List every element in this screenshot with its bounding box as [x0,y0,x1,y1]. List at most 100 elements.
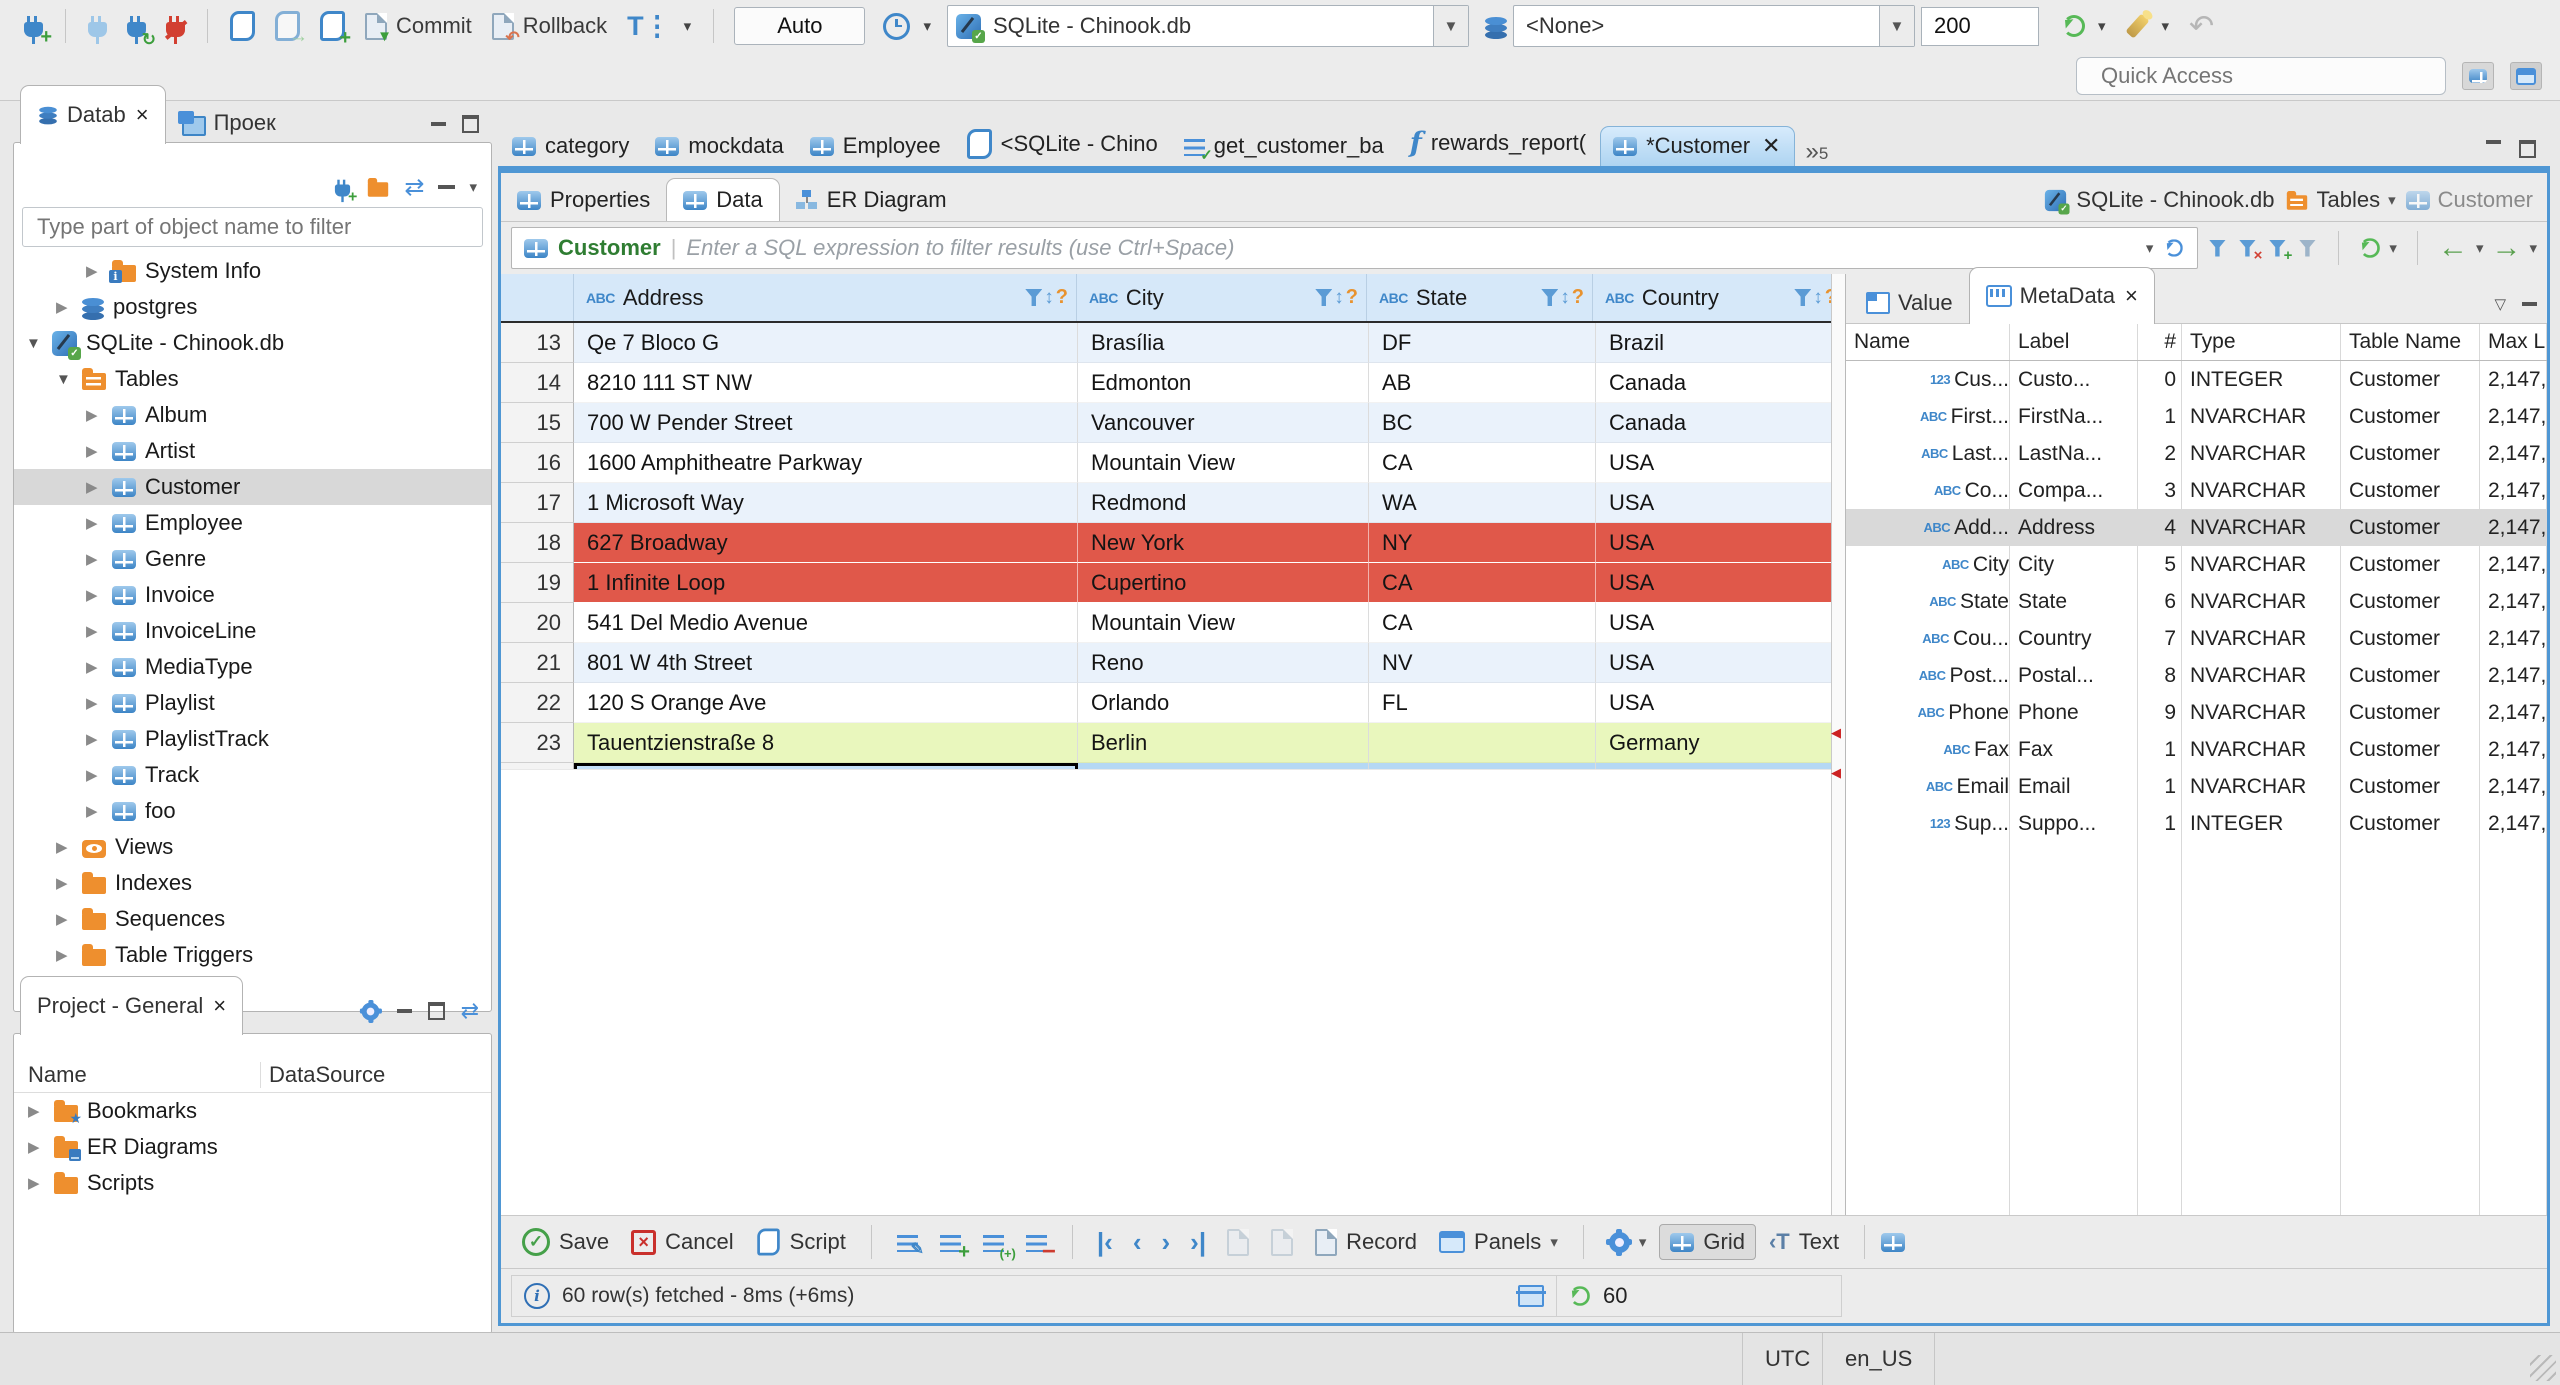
rollback-button[interactable]: ↶ Rollback [482,12,617,46]
expand-arrow-icon[interactable]: ▶ [28,1138,54,1156]
expand-arrow-icon[interactable]: ▶ [56,946,82,964]
cell-city[interactable]: Orlando [1078,683,1369,723]
panels-button[interactable]: Panels ▾ [1430,1229,1567,1255]
row-number[interactable]: 23 [501,723,574,763]
quick-access-input[interactable] [2076,57,2446,95]
cell-country[interactable]: USA [1596,643,1831,683]
cell-address[interactable]: 700 W Pender Street [574,403,1078,443]
tree-item-genre[interactable]: ▶ Genre [14,541,491,577]
cell-country[interactable]: Germany [1596,723,1831,763]
metadata-row[interactable]: 123Cus...Custo...0INTEGERCustomer2,147,4… [1846,361,2547,398]
cell-country[interactable]: USA [1596,683,1831,723]
table-row[interactable]: 20 541 Del Medio Avenue Mountain View CA USA… [501,603,1831,643]
commit-button[interactable]: ▼ Commit [355,12,482,44]
tree-item-invoiceline[interactable]: ▶ InvoiceLine [14,613,491,649]
minimize-icon[interactable] [2486,140,2501,144]
cell-city[interactable]: New York [1078,523,1369,563]
row-number[interactable]: 20 [501,603,574,643]
metadata-row[interactable]: 123Sup...Suppo...1INTEGERCustomer2,147,4… [1846,805,2547,842]
metadata-row[interactable]: ABCFaxFax1NVARCHARCustomer2,147,483 [1846,731,2547,768]
tab-database-navigator[interactable]: Datab × [20,85,166,144]
tree-item-customer[interactable]: ▶ Customer [14,469,491,505]
chevron-down-icon[interactable]: ▾ [2389,239,2397,257]
column-header-label[interactable]: Label [2010,324,2138,360]
maximize-icon[interactable] [2519,140,2536,158]
row-number[interactable]: 18 [501,523,574,563]
tree-item-mediatype[interactable]: ▶ MediaType [14,649,491,685]
cell-city[interactable]: Cupertino [1078,563,1369,603]
cell-country[interactable]: USA [1596,523,1831,563]
tree-item-table-triggers[interactable]: ▶ Table Triggers [14,937,491,973]
editor-tab-employee[interactable]: Employee [798,127,955,166]
cell-country[interactable]: USA [1596,563,1831,603]
cell-city[interactable]: Brasília [1078,323,1369,363]
tree-item-views[interactable]: ▶ Views [14,829,491,865]
refresh-icon[interactable] [2165,239,2184,257]
cell-state[interactable]: NY [1369,523,1596,563]
sort-icon[interactable]: ↕ [1044,287,1054,309]
tree-item-indexes[interactable]: ▶ Indexes [14,865,491,901]
row-number[interactable]: 16 [501,443,574,483]
metadata-row[interactable]: ABCStateState6NVARCHARCustomer2,147,483 [1846,583,2547,620]
tree-item-invoice[interactable]: ▶ Invoice [14,577,491,613]
expand-arrow-icon[interactable]: ▶ [56,298,82,316]
expand-arrow-icon[interactable]: ▶ [86,478,112,496]
table-row[interactable]: 16 1600 Amphitheatre Parkway Mountain View… [501,443,1831,483]
expand-arrow-icon[interactable]: ▶ [86,514,112,532]
cell-country[interactable]: Canada [1596,363,1831,403]
new-folder-icon[interactable] [368,178,389,197]
cell-state[interactable]: CA [1369,563,1596,603]
tab-properties[interactable]: Properties [501,179,666,221]
tab-er-diagram[interactable]: ER Diagram [780,179,963,221]
history-back-button[interactable]: ← [2438,233,2468,263]
edit-row-button[interactable]: ✎ [888,1232,927,1258]
refresh-results-button[interactable] [2360,238,2381,258]
column-header-name[interactable]: Name [1846,324,2010,360]
text-view-button[interactable]: ‹T Text [1760,1229,1848,1255]
table-row[interactable]: 191 Infinite LoopCupertinoCAUSA95 [501,563,1831,603]
close-icon[interactable]: × [213,993,226,1019]
duplicate-row-button[interactable]: (+) [974,1232,1016,1260]
expand-arrow-icon[interactable]: ▶ [86,622,112,640]
filter-history-button[interactable] [2296,237,2318,259]
filter-funnel-icon[interactable] [1025,289,1043,306]
settings-button[interactable]: ▾ [1600,1228,1656,1253]
chevron-down-icon[interactable]: ▾ [2476,239,2484,257]
filter-custom-button[interactable]: + [2266,237,2292,263]
cell-city[interactable]: Mountain View [1078,603,1369,643]
filter-remove-button[interactable]: × [2236,237,2262,263]
table-row[interactable]: 23Tauentzienstraße 8BerlinGermany10 [501,723,1831,763]
row-number[interactable]: 22 [501,683,574,723]
editor-tab-get-customer-ba[interactable]: ✓ get_customer_ba [1172,127,1398,166]
transaction-log-button[interactable]: ▾ [873,12,941,40]
breadcrumb-table[interactable]: Customer [2405,187,2533,213]
expand-arrow-icon[interactable]: ▶ [86,406,112,424]
navigator-filter-input[interactable] [22,207,483,247]
last-row-button[interactable]: ›| [1182,1227,1214,1258]
cell-city[interactable]: Redmond [1078,483,1369,523]
first-row-button[interactable]: |‹ [1089,1227,1121,1258]
fetch-all-button[interactable] [1262,1228,1302,1256]
tree-item-postgres[interactable]: ▶ postgres [14,289,491,325]
cell-city[interactable]: Edmonton [1078,363,1369,403]
cell-state[interactable]: WA [1369,483,1596,523]
metadata-row[interactable]: ABCCou...Country7NVARCHARCustomer2,147,4… [1846,620,2547,657]
row-number-header[interactable] [501,274,574,321]
column-header-type[interactable]: Type [2182,324,2341,360]
result-grid-icon[interactable] [1881,1232,1906,1252]
expand-arrow-icon[interactable]: ▶ [86,730,112,748]
filter-funnel-icon[interactable] [1541,289,1559,306]
gear-icon[interactable] [361,999,379,1020]
row-number[interactable]: 21 [501,643,574,683]
project-item-scripts[interactable]: ▶ Scripts [14,1165,491,1201]
connection-selector[interactable]: SQLite - Chinook.db ▼ [946,5,1469,47]
tab-projects[interactable]: Проек [166,103,292,143]
link-with-editor-icon[interactable]: ⇄ [461,998,479,1024]
cell-address[interactable]: Tauentzienstraße 8 [574,723,1078,763]
cell-state[interactable]: BC [1369,403,1596,443]
cell-city[interactable]: Berlin [1078,723,1369,763]
breadcrumb-tables[interactable]: Tables ▾ [2285,187,2396,213]
expand-arrow-icon[interactable]: ▶ [86,586,112,604]
expand-arrow-icon[interactable]: ▶ [56,910,82,928]
sql-editor-button[interactable] [220,11,265,41]
